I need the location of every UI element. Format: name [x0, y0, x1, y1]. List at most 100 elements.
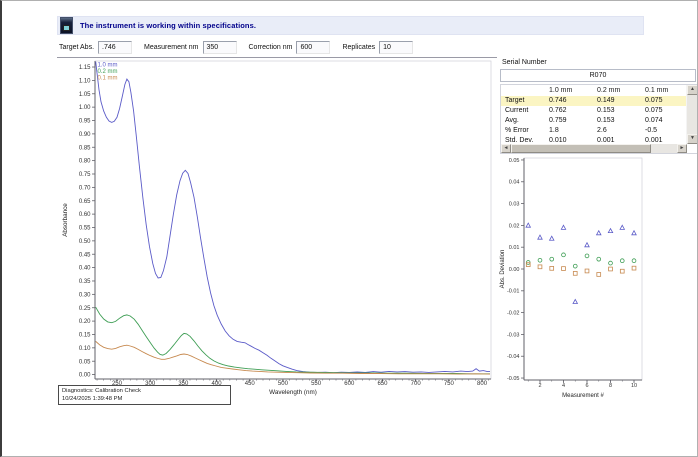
- horizontal-scrollbar-thumb[interactable]: [511, 144, 651, 153]
- x-axis-title: Measurement #: [562, 393, 604, 399]
- column-header: [501, 85, 545, 96]
- svg-text:0.10: 0.10: [79, 346, 91, 352]
- svg-text:0.20: 0.20: [79, 319, 91, 325]
- horizontal-scrollbar-track[interactable]: [651, 144, 677, 153]
- row-label: Target: [501, 96, 545, 106]
- svg-text:2: 2: [538, 383, 541, 389]
- svg-text:0.1 mm: 0.1 mm: [98, 76, 118, 82]
- table-row-avg[interactable]: Avg.0.7590.1530.074: [501, 116, 687, 126]
- cell-value: 0.075: [641, 96, 687, 106]
- svg-text:4: 4: [562, 383, 565, 389]
- svg-text:700: 700: [411, 381, 422, 387]
- svg-text:0.03: 0.03: [509, 202, 520, 208]
- svg-text:0.04: 0.04: [509, 180, 520, 186]
- row-label: Current: [501, 106, 545, 116]
- column-header: 0.2 mm: [593, 85, 641, 96]
- cell-value: 0.759: [545, 116, 593, 126]
- svg-text:-0.04: -0.04: [507, 354, 520, 360]
- scroll-left-arrow-icon[interactable]: ◄: [501, 144, 511, 153]
- svg-text:800: 800: [477, 381, 488, 387]
- svg-text:-0.05: -0.05: [507, 376, 520, 382]
- diagnostics-window: The instrument is working within specifi…: [0, 0, 698, 457]
- svg-text:10: 10: [631, 383, 637, 389]
- svg-text:0.05: 0.05: [509, 158, 520, 164]
- scroll-right-arrow-icon[interactable]: ►: [677, 144, 687, 153]
- cell-value: -0.5: [641, 126, 687, 136]
- svg-text:0.2 mm: 0.2 mm: [98, 69, 118, 75]
- svg-text:450: 450: [245, 381, 256, 387]
- field-value-measurement-nm[interactable]: 350: [203, 41, 237, 54]
- svg-text:0.85: 0.85: [79, 145, 91, 151]
- cell-value: 2.6: [593, 126, 641, 136]
- cell-value: 0.153: [593, 106, 641, 116]
- status-bar: The instrument is working within specifi…: [57, 16, 644, 35]
- cell-value: 0.075: [641, 106, 687, 116]
- svg-text:8: 8: [609, 383, 612, 389]
- field-value-correction-nm[interactable]: 600: [296, 41, 330, 54]
- y-axis: -0.05-0.04-0.03-0.02-0.010.000.010.020.0…: [507, 158, 524, 382]
- svg-text:0.02: 0.02: [509, 223, 520, 229]
- svg-text:-0.02: -0.02: [507, 311, 520, 317]
- instrument-icon: [60, 17, 73, 34]
- svg-text:1.15: 1.15: [79, 65, 91, 71]
- vertical-scrollbar[interactable]: ▲ ▼: [686, 85, 698, 144]
- svg-text:6: 6: [585, 383, 588, 389]
- cell-value: 0.149: [593, 96, 641, 106]
- legend: 1.0 mm0.2 mm0.1 mm: [98, 63, 118, 82]
- table-row-error[interactable]: % Error1.82.6-0.5: [501, 126, 687, 136]
- status-message: The instrument is working within specifi…: [80, 21, 256, 30]
- field-label-measurement-nm: Measurement nm: [144, 44, 198, 51]
- svg-text:0.90: 0.90: [79, 132, 91, 138]
- svg-text:-0.01: -0.01: [507, 289, 520, 295]
- column-header: 1.0 mm: [545, 85, 593, 96]
- results-table-header: 1.0 mm0.2 mm0.1 mm: [501, 85, 687, 96]
- y-axis: 0.000.050.100.150.200.250.300.350.400.45…: [79, 65, 95, 379]
- svg-text:0.45: 0.45: [79, 252, 91, 258]
- svg-text:550: 550: [311, 381, 322, 387]
- cell-value: 1.8: [545, 126, 593, 136]
- svg-text:0.15: 0.15: [79, 333, 91, 339]
- svg-text:0.01: 0.01: [509, 245, 520, 251]
- field-label-replicates: Replicates: [342, 44, 375, 51]
- svg-text:0.00: 0.00: [79, 373, 91, 379]
- x-axis-title: Wavelength (nm): [269, 389, 317, 396]
- svg-text:500: 500: [278, 381, 289, 387]
- scroll-up-arrow-icon[interactable]: ▲: [687, 85, 698, 95]
- svg-text:1.05: 1.05: [79, 92, 91, 98]
- cell-value: 0.153: [593, 116, 641, 126]
- table-row-current[interactable]: Current0.7620.1530.075: [501, 106, 687, 116]
- svg-text:0.40: 0.40: [79, 266, 91, 272]
- deviation-chart: 246810-0.05-0.04-0.03-0.02-0.010.000.010…: [498, 156, 698, 404]
- horizontal-scrollbar[interactable]: ◄ ►: [501, 144, 687, 153]
- y-axis-title: Absorbance: [62, 203, 69, 237]
- diagnostics-note: Diagnostics: Calibration Check 10/24/202…: [58, 385, 231, 405]
- svg-text:1.00: 1.00: [79, 105, 91, 111]
- svg-text:600: 600: [344, 381, 355, 387]
- column-header: 0.1 mm: [641, 85, 687, 96]
- diagnostics-note-title: Diagnostics: Calibration Check: [62, 387, 227, 395]
- svg-text:0.65: 0.65: [79, 199, 91, 205]
- svg-text:0.50: 0.50: [79, 239, 91, 245]
- scroll-down-arrow-icon[interactable]: ▼: [687, 134, 698, 144]
- field-value-replicates[interactable]: 10: [379, 41, 413, 54]
- svg-text:650: 650: [377, 381, 388, 387]
- svg-text:0.25: 0.25: [79, 306, 91, 312]
- row-label: Avg.: [501, 116, 545, 126]
- serial-number-field[interactable]: R070: [500, 69, 696, 82]
- svg-text:0.95: 0.95: [79, 119, 91, 125]
- svg-text:0.05: 0.05: [79, 359, 91, 365]
- results-table-grid: 1.0 mm0.2 mm0.1 mmTarget0.7460.1490.075C…: [501, 85, 687, 144]
- y-axis-title: Abs. Deviation: [500, 250, 506, 289]
- svg-text:0.80: 0.80: [79, 159, 91, 165]
- svg-text:750: 750: [444, 381, 455, 387]
- spectrum-chart: 2503003504004505005506006507007508000.00…: [57, 58, 497, 404]
- svg-text:0.30: 0.30: [79, 292, 91, 298]
- table-row-target[interactable]: Target0.7460.1490.075: [501, 96, 687, 106]
- field-label-target-abs: Target Abs.: [59, 44, 94, 51]
- field-value-target-abs[interactable]: .746: [98, 41, 132, 54]
- svg-text:-0.03: -0.03: [507, 332, 520, 338]
- svg-text:1.0 mm: 1.0 mm: [98, 63, 118, 69]
- svg-text:0.75: 0.75: [79, 172, 91, 178]
- svg-text:0.70: 0.70: [79, 185, 91, 191]
- serial-number-label: Serial Number: [502, 59, 547, 66]
